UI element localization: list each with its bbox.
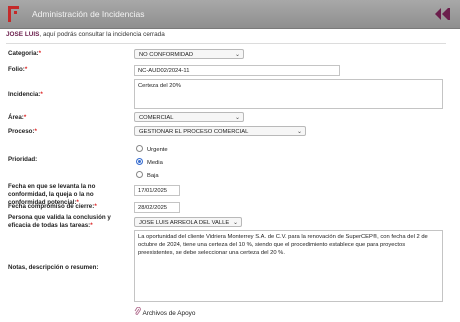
categoria-label: Categoria:*	[8, 50, 42, 57]
divider	[6, 43, 446, 44]
radio-dot	[136, 145, 143, 152]
fecha-cierre-input[interactable]: 28/02/2025	[134, 202, 180, 213]
notice-text: , aquí podrás consultar la incidencia ce…	[39, 31, 165, 38]
area-label: Área:*	[8, 114, 27, 121]
area-select[interactable]: COMERCIAL ⌄	[134, 112, 244, 122]
title-bar: Administración de Incidencias	[0, 0, 460, 29]
persona-valida-select[interactable]: JOSE LUIS ARREOLA DEL VALLE ⌄	[134, 217, 242, 227]
chevron-down-icon: ⌄	[234, 52, 240, 58]
archivos-apoyo-link[interactable]: Archivos de Apoyo	[134, 306, 195, 317]
proceso-label: Proceso:*	[8, 128, 37, 135]
chevron-down-icon: ⌄	[296, 129, 302, 135]
chevron-down-icon: ⌄	[232, 220, 238, 226]
notice-user: JOSE LUIS	[6, 31, 40, 38]
double-chevron-left-icon[interactable]	[434, 7, 450, 21]
notice-message: JOSE LUIS, aquí podrás consultar la inci…	[6, 31, 165, 38]
folio-label: Folio:*	[8, 66, 28, 73]
red-flag-logo-icon	[8, 6, 19, 22]
fecha-cierre-label: Fecha compromiso de cierre:*	[8, 203, 97, 210]
radio-dot-selected	[136, 158, 143, 165]
proceso-select[interactable]: GESTIONAR EL PROCESO COMERCIAL ⌄	[134, 126, 306, 136]
incidencia-textarea[interactable]: Certeza del 20%	[134, 79, 443, 109]
chevron-down-icon: ⌄	[234, 115, 240, 121]
radio-media[interactable]: Media	[136, 158, 163, 167]
paperclip-icon	[134, 306, 141, 315]
prioridad-label: Prioridad:	[8, 156, 38, 163]
notas-label: Notas, descripción o resumen:	[8, 264, 99, 271]
categoria-select[interactable]: NO CONFORMIDAD ⌄	[134, 49, 244, 59]
folio-input[interactable]: NC-AUD02/2024-11	[134, 65, 340, 76]
radio-urgente[interactable]: Urgente	[136, 145, 168, 154]
page-title: Administración de Incidencias	[32, 9, 145, 19]
notas-textarea[interactable]: La oportunidad del cliente Vidriera Mont…	[134, 230, 443, 302]
radio-dot	[136, 171, 143, 178]
incidencia-label: Incidencia:*	[8, 91, 43, 98]
fecha-levanta-input[interactable]: 17/01/2025	[134, 185, 180, 196]
persona-valida-label: Persona que valida la conclusión y efica…	[8, 214, 111, 229]
radio-baja[interactable]: Baja	[136, 171, 159, 180]
